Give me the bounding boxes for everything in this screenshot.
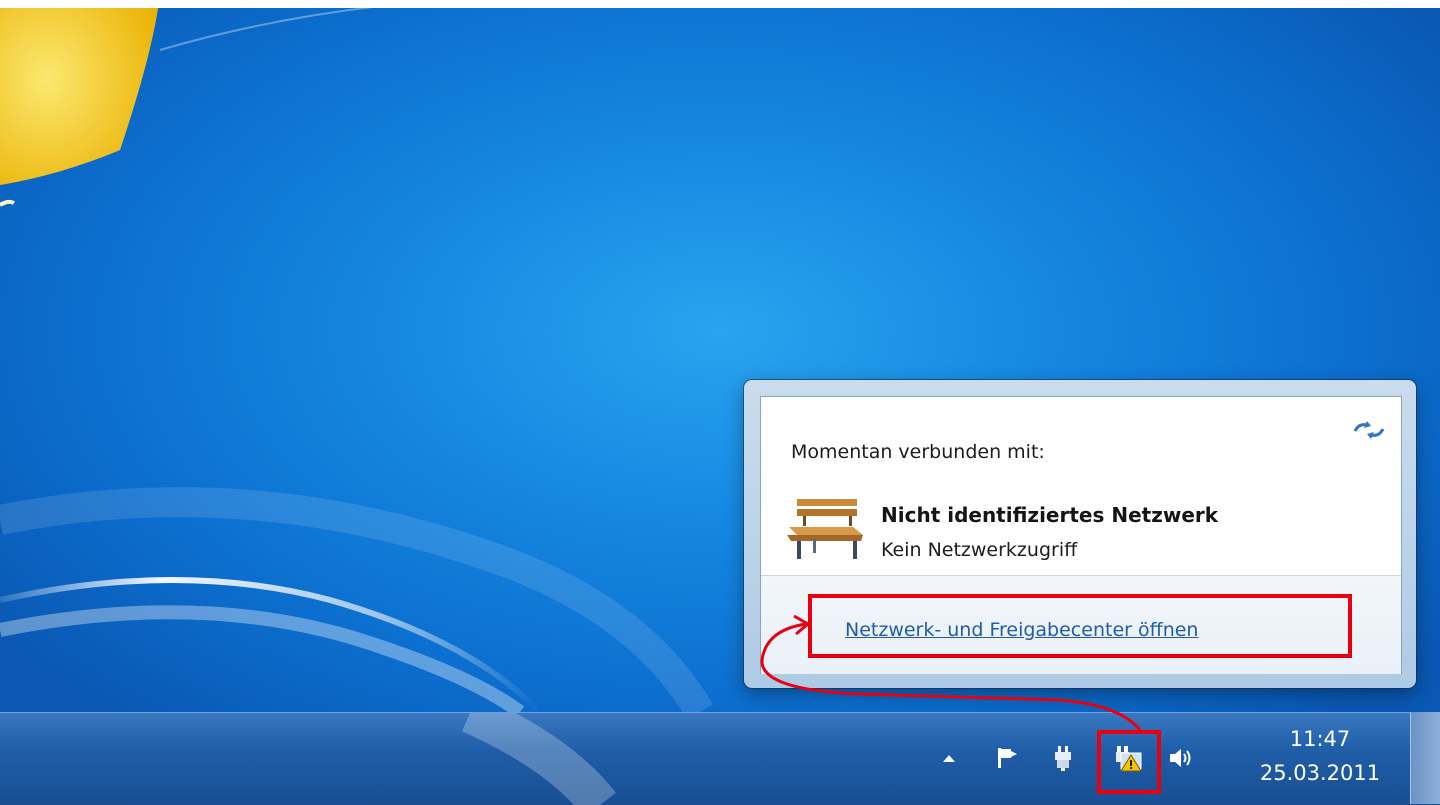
network-status: Kein Netzwerkzugriff bbox=[881, 539, 1078, 561]
taskbar bbox=[0, 712, 1440, 805]
power-plug-icon[interactable] bbox=[1046, 741, 1080, 775]
action-center-flag-icon[interactable] bbox=[990, 741, 1024, 775]
clock-date[interactable]: 25.03.2011 bbox=[1250, 761, 1390, 785]
network-entry[interactable]: Nicht identifiziertes Netzwerk Kein Netz… bbox=[783, 497, 1343, 567]
network-name: Nicht identifiziertes Netzwerk bbox=[881, 503, 1219, 527]
refresh-icon[interactable] bbox=[1347, 417, 1391, 445]
show-desktop-button[interactable] bbox=[1410, 712, 1440, 804]
connected-to-label: Momentan verbunden mit: bbox=[791, 441, 1045, 463]
bench-icon bbox=[787, 499, 863, 559]
highlight-box-tray bbox=[1097, 730, 1161, 794]
speaker-icon[interactable] bbox=[1164, 741, 1198, 775]
show-hidden-icons-icon[interactable] bbox=[932, 741, 966, 775]
highlight-box-link bbox=[808, 594, 1352, 658]
clock-time[interactable]: 11:47 bbox=[1250, 727, 1390, 751]
taskbar-glow bbox=[461, 713, 616, 805]
